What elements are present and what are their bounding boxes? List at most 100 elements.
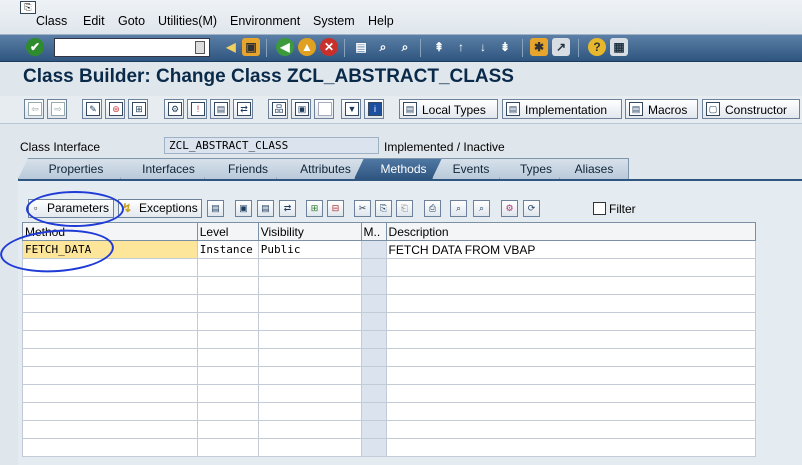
first-page-icon[interactable]: ⇞ [430, 38, 448, 56]
tab-events[interactable]: Events [432, 158, 510, 179]
find-icon[interactable]: ⌕ [374, 38, 392, 56]
visibility-cell[interactable] [257, 294, 362, 313]
description-cell[interactable] [385, 330, 757, 349]
tab-properties[interactable]: Properties [18, 158, 134, 179]
method-cell[interactable] [22, 402, 198, 421]
method-cell[interactable] [22, 366, 198, 385]
empty-table-row[interactable] [22, 258, 757, 277]
find-next-icon[interactable]: ⌕ [396, 38, 414, 56]
modeled-cell[interactable] [360, 438, 387, 457]
check-button[interactable]: ⊞ [128, 99, 148, 119]
description-cell[interactable] [385, 312, 757, 331]
exceptions-button[interactable]: ↯ Exceptions [118, 199, 202, 218]
empty-table-row[interactable] [22, 402, 757, 421]
filter-button[interactable]: ▼ [341, 99, 361, 119]
save-icon[interactable]: ▣ [242, 38, 260, 56]
hierarchy-button[interactable]: 品 [268, 99, 288, 119]
menu-class[interactable]: Class [36, 14, 67, 28]
cancel-icon[interactable]: ✕ [320, 38, 338, 56]
modeled-cell[interactable] [360, 240, 387, 259]
empty-table-row[interactable] [22, 276, 757, 295]
level-cell[interactable] [196, 366, 259, 385]
menu-system[interactable]: System [313, 14, 355, 28]
level-cell[interactable] [196, 258, 259, 277]
visibility-cell[interactable] [257, 276, 362, 295]
empty-table-row[interactable] [22, 366, 757, 385]
constructor-button[interactable]: ▢ Constructor [702, 99, 800, 119]
level-cell[interactable] [196, 294, 259, 313]
find-grid-icon[interactable]: ⌕ [450, 200, 467, 217]
find-next-grid-icon[interactable]: ⌕ [473, 200, 490, 217]
method-cell[interactable] [22, 384, 198, 403]
back-icon[interactable]: ◀ [276, 38, 294, 56]
exit-icon[interactable]: ▲ [298, 38, 316, 56]
modeled-cell[interactable] [360, 420, 387, 439]
where-used-button[interactable]: ! [187, 99, 207, 119]
visibility-cell[interactable]: Public [257, 240, 362, 259]
description-cell[interactable] [385, 258, 757, 277]
visibility-cell[interactable] [257, 402, 362, 421]
checkbox-box[interactable] [593, 202, 606, 215]
detail-view-icon[interactable]: ▣ [235, 200, 252, 217]
copy-row-icon[interactable]: ▤ [257, 200, 274, 217]
visibility-cell[interactable] [257, 348, 362, 367]
macros-button[interactable]: ▤ Macros [625, 99, 698, 119]
description-cell[interactable] [385, 402, 757, 421]
menu-environment[interactable]: Environment [230, 14, 300, 28]
level-cell[interactable] [196, 402, 259, 421]
tab-interfaces[interactable]: Interfaces [120, 158, 217, 179]
description-cell[interactable] [385, 384, 757, 403]
print-grid-icon[interactable]: ⎙ [424, 200, 441, 217]
new-session-icon[interactable]: ✱ [530, 38, 548, 56]
empty-table-row[interactable] [22, 330, 757, 349]
modeled-cell[interactable] [360, 348, 387, 367]
activate-button[interactable]: ⊛ [105, 99, 125, 119]
method-cell[interactable] [22, 420, 198, 439]
delete-row-icon[interactable]: ⊟ [327, 200, 344, 217]
settings-icon[interactable]: ⚙ [501, 200, 518, 217]
next-page-icon[interactable]: ↓ [474, 38, 492, 56]
column-header-visibility[interactable]: Visibility [257, 222, 362, 241]
visibility-cell[interactable] [257, 420, 362, 439]
visibility-cell[interactable] [257, 312, 362, 331]
local-types-button[interactable]: ▤ Local Types [399, 99, 498, 119]
object-list-button[interactable]: ▤ [210, 99, 230, 119]
table-row[interactable]: FETCH_DATA Instance Public FETCH DATA FR… [22, 240, 757, 259]
modeled-cell[interactable] [360, 402, 387, 421]
navigation-button[interactable]: ⇄ [233, 99, 253, 119]
modeled-cell[interactable] [360, 330, 387, 349]
modeled-cell[interactable] [360, 384, 387, 403]
filter-checkbox[interactable]: Filter [593, 202, 636, 216]
command-field[interactable] [54, 38, 210, 57]
menu-help[interactable]: Help [368, 14, 394, 28]
description-cell[interactable] [385, 348, 757, 367]
menu-utilities[interactable]: Utilities(M) [158, 14, 217, 28]
method-cell[interactable] [22, 294, 198, 313]
level-cell[interactable]: Instance [196, 240, 259, 259]
empty-table-row[interactable] [22, 348, 757, 367]
description-cell[interactable] [385, 366, 757, 385]
modeled-cell[interactable] [360, 294, 387, 313]
empty-table-row[interactable] [22, 312, 757, 331]
empty-table-row[interactable] [22, 294, 757, 313]
move-row-icon[interactable]: ⇄ [279, 200, 296, 217]
tab-aliases[interactable]: Aliases [559, 158, 629, 179]
back-arrow-button[interactable]: ⇦ [24, 99, 44, 119]
description-cell[interactable] [385, 276, 757, 295]
refresh-icon[interactable]: ⟳ [523, 200, 540, 217]
description-cell[interactable]: FETCH DATA FROM VBAP [385, 240, 757, 259]
display-change-button[interactable]: ✎ [82, 99, 102, 119]
help-icon[interactable]: ? [588, 38, 606, 56]
method-cell[interactable] [22, 438, 198, 457]
modeled-cell[interactable] [360, 312, 387, 331]
column-header-m[interactable]: M.. [360, 222, 387, 241]
level-cell[interactable] [196, 420, 259, 439]
customize-layout-icon[interactable]: ▦ [610, 38, 628, 56]
method-cell[interactable] [22, 348, 198, 367]
level-cell[interactable] [196, 330, 259, 349]
back-arrow-icon[interactable]: ◀ [222, 38, 240, 56]
empty-table-row[interactable] [22, 438, 757, 457]
description-cell[interactable] [385, 438, 757, 457]
modeled-cell[interactable] [360, 366, 387, 385]
previous-page-icon[interactable]: ↑ [452, 38, 470, 56]
